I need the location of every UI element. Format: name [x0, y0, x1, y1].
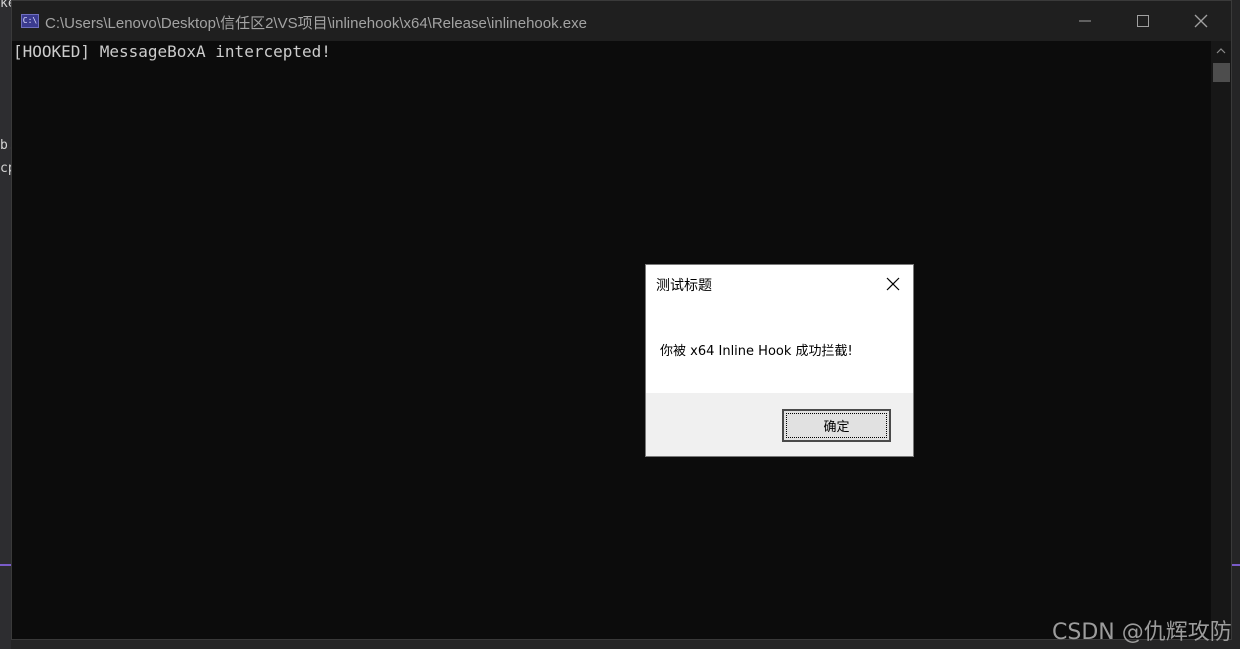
minimize-icon [1079, 20, 1091, 22]
background-accent-line [1232, 564, 1240, 566]
console-titlebar[interactable]: C:\ C:\Users\Lenovo\Desktop\信任区2\VS项目\in… [12, 1, 1231, 41]
console-app-icon: C:\ [21, 14, 39, 28]
ok-button[interactable]: 确定 [782, 409, 891, 442]
dialog-title: 测试标题 [656, 278, 712, 294]
console-output[interactable]: [HOOKED] MessageBoxA intercepted! [12, 41, 1210, 639]
close-icon [886, 277, 900, 291]
window-title: C:\Users\Lenovo\Desktop\信任区2\VS项目\inline… [45, 15, 587, 32]
dialog-button-area: 确定 [646, 393, 913, 456]
dialog-close-button[interactable] [878, 269, 908, 299]
maximize-icon [1137, 15, 1149, 27]
background-accent-line [0, 564, 11, 566]
watermark: CSDN @仇辉攻防 [1052, 620, 1232, 645]
vertical-scrollbar[interactable] [1211, 41, 1231, 639]
console-line: [HOOKED] MessageBoxA intercepted! [13, 42, 331, 61]
ok-button-label: 确定 [823, 420, 850, 435]
close-button[interactable] [1172, 1, 1230, 41]
close-icon [1194, 14, 1208, 28]
dialog-message: 你被 x64 Inline Hook 成功拦截! [660, 344, 853, 359]
minimize-button[interactable] [1056, 1, 1114, 41]
background-editor-strip [0, 0, 11, 649]
scrollbar-thumb[interactable] [1213, 63, 1230, 82]
scroll-up-button[interactable] [1211, 41, 1231, 61]
chevron-up-icon [1216, 48, 1226, 54]
maximize-button[interactable] [1114, 1, 1172, 41]
console-window[interactable]: C:\ C:\Users\Lenovo\Desktop\信任区2\VS项目\in… [11, 0, 1232, 640]
background-text-fragment: b.c [0, 138, 11, 153]
message-box-dialog[interactable]: 测试标题 你被 x64 Inline Hook 成功拦截! 确定 [645, 264, 914, 457]
background-text-fragment: cp [0, 161, 11, 176]
background-text-fragment: ke 计录ms口 ·化中米ll [0, 0, 11, 11]
